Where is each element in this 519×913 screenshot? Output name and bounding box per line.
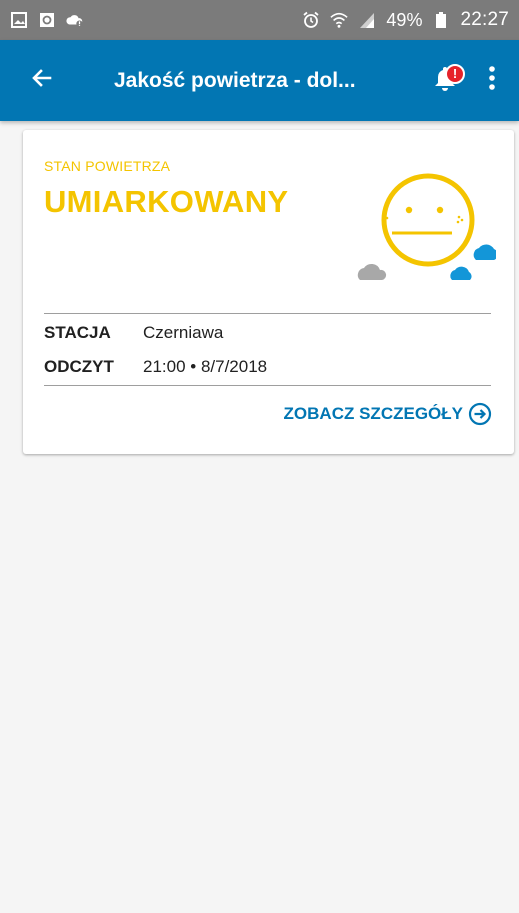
reading-row: ODCZYT 21:00 • 8/7/2018 [44, 357, 267, 377]
station-label: STACJA [44, 323, 143, 343]
reading-label: ODCZYT [44, 357, 143, 377]
status-bar: 49% 22:27 [0, 0, 519, 40]
battery-icon [432, 11, 450, 29]
arrow-circle-right-icon [468, 402, 492, 426]
more-vert-icon [488, 65, 496, 96]
signal-icon [358, 11, 376, 29]
status-right-icons: 49% 22:27 [302, 9, 509, 31]
air-quality-status: UMIARKOWANY [44, 184, 288, 220]
air-quality-card: STAN POWIETRZA UMIARKOWANY STACJA Czerni… [23, 130, 514, 454]
card-label: STAN POWIETRZA [44, 158, 170, 174]
battery-percent: 49% [386, 10, 422, 31]
status-time: 22:27 [460, 9, 509, 31]
back-button[interactable] [12, 40, 72, 121]
status-left-icons [10, 11, 84, 29]
notification-badge: ! [445, 64, 465, 84]
page-title: Jakość powietrza - dol... [114, 69, 421, 93]
reading-value: 21:00 • 8/7/2018 [143, 357, 267, 377]
see-details-link[interactable]: ZOBACZ SZCZEGÓŁY [284, 402, 492, 426]
more-options-button[interactable] [477, 40, 507, 121]
back-arrow-icon [30, 66, 54, 95]
station-value: Czerniawa [143, 323, 223, 343]
app-bar: Jakość powietrza - dol... ! [0, 40, 519, 121]
alarm-icon [302, 11, 320, 29]
wifi-icon [330, 11, 348, 29]
divider [44, 313, 491, 314]
notifications-button[interactable]: ! [421, 40, 469, 121]
cloud-alert-icon [66, 11, 84, 29]
app-update-icon [38, 11, 56, 29]
divider [44, 385, 491, 386]
see-details-label: ZOBACZ SZCZEGÓŁY [284, 404, 463, 424]
gallery-icon [10, 11, 28, 29]
neutral-face-weather-icon [356, 172, 496, 288]
station-row: STACJA Czerniawa [44, 323, 223, 343]
